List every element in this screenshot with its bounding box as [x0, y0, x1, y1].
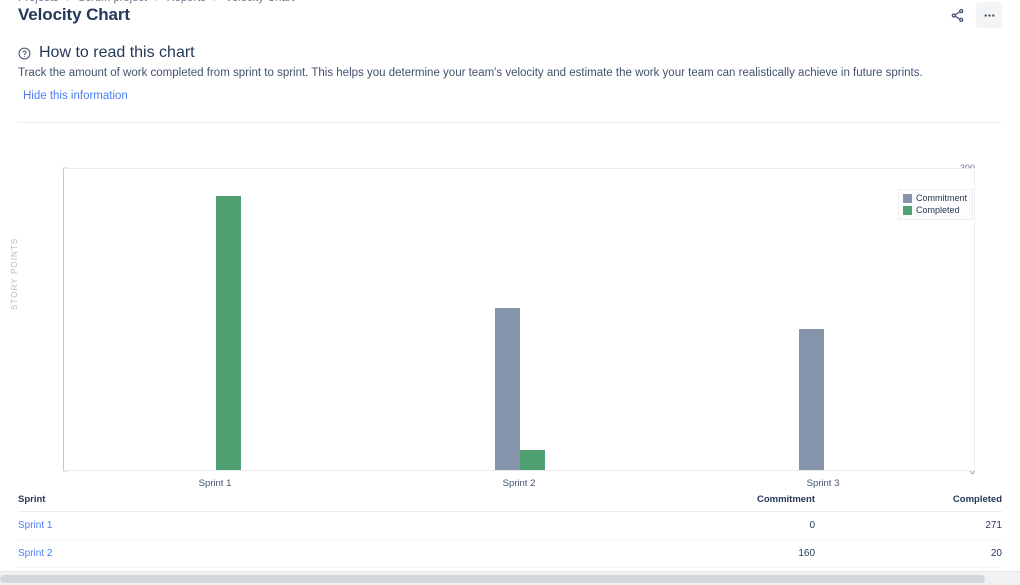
bar-completed-sprint-1[interactable]	[216, 196, 241, 470]
breadcrumb-item-2[interactable]: Reports	[167, 0, 206, 4]
x-axis-tick-label: Sprint 3	[806, 478, 840, 489]
velocity-chart: STORY POINTS 050100150200250300 Commitme…	[10, 150, 975, 490]
share-button[interactable]	[944, 2, 970, 28]
chart-legend: Commitment Completed	[897, 189, 973, 220]
column-header-completed[interactable]: Completed	[815, 490, 1002, 512]
x-axis-tick-label: Sprint 1	[198, 478, 232, 489]
section-divider	[18, 122, 1002, 123]
legend-label-commitment: Commitment	[915, 193, 967, 203]
table-header-row: Sprint Commitment Completed	[18, 490, 1002, 512]
question-circle-icon	[18, 47, 31, 59]
breadcrumb-separator: /	[155, 0, 158, 4]
share-icon	[951, 8, 963, 22]
column-header-commitment[interactable]: Commitment	[628, 490, 816, 512]
page-title: Velocity Chart	[18, 5, 130, 24]
horizontal-scrollbar[interactable]	[0, 571, 1020, 585]
info-panel-title: How to read this chart	[39, 44, 195, 61]
table-row: Sprint 1 0 271	[18, 511, 1002, 540]
sprint-link[interactable]: Sprint 1	[18, 520, 52, 531]
hide-this-information-link[interactable]: Hide this information	[23, 90, 128, 102]
legend-label-completed: Completed	[915, 205, 960, 215]
breadcrumb-item-1[interactable]: Scrum project	[78, 0, 147, 4]
sprint-link[interactable]: Sprint 2	[18, 548, 52, 559]
cell-completed: 271	[815, 511, 1002, 540]
more-horizontal-icon	[984, 13, 994, 17]
legend-entry-commitment[interactable]: Commitment	[902, 193, 967, 203]
cell-commitment: 0	[628, 511, 816, 540]
x-axis-tick-label: Sprint 2	[502, 478, 536, 489]
bar-completed-sprint-2[interactable]	[520, 449, 545, 470]
breadcrumb-item-3[interactable]: Velocity Chart	[225, 0, 294, 4]
column-header-sprint[interactable]: Sprint	[18, 490, 629, 512]
cell-sprint: Sprint 2	[18, 539, 629, 568]
breadcrumb: Projects / Scrum project / Reports / Vel…	[18, 0, 295, 4]
horizontal-scrollbar-thumb[interactable]	[0, 575, 985, 583]
info-panel-body: Track the amount of work completed from …	[18, 67, 923, 79]
plot-area: Commitment Completed	[63, 168, 975, 471]
legend-swatch-completed	[902, 205, 912, 215]
more-actions-button[interactable]	[976, 2, 1002, 28]
cell-commitment: 160	[628, 539, 816, 568]
bar-commitment-sprint-2[interactable]	[495, 308, 520, 470]
header-actions	[944, 2, 1002, 28]
legend-entry-completed[interactable]: Completed	[902, 205, 967, 215]
legend-swatch-commitment	[902, 193, 912, 203]
cell-completed: 20	[815, 539, 1002, 568]
bar-commitment-sprint-3[interactable]	[799, 328, 824, 470]
breadcrumb-separator: /	[67, 0, 70, 4]
velocity-chart-page: Projects / Scrum project / Reports / Vel…	[0, 0, 1020, 585]
info-panel-header: How to read this chart	[18, 44, 195, 62]
breadcrumb-item-0[interactable]: Projects	[18, 0, 59, 4]
cell-sprint: Sprint 1	[18, 511, 629, 540]
y-axis-title: STORY POINTS	[10, 237, 19, 310]
table-row: Sprint 2 160 20	[18, 539, 1002, 568]
breadcrumb-separator: /	[214, 0, 217, 4]
